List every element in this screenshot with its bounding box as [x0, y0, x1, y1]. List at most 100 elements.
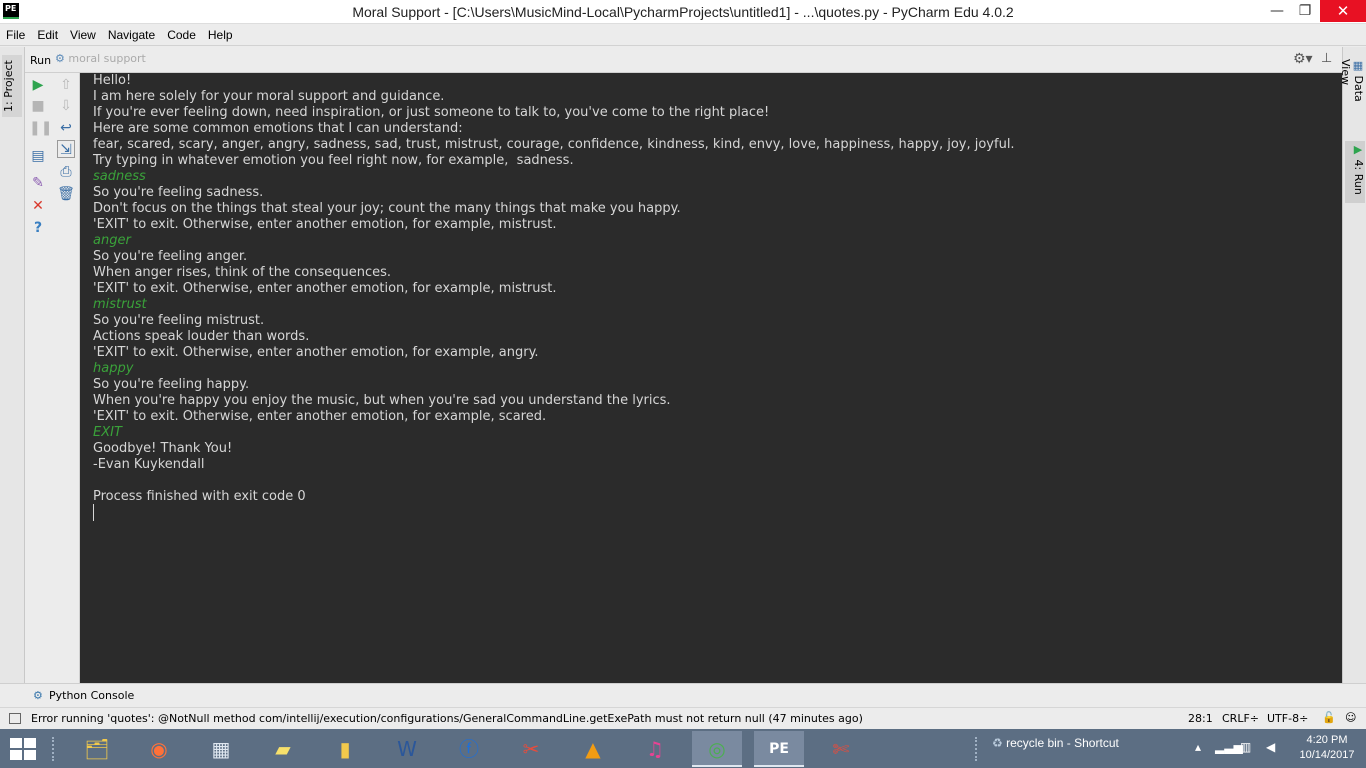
run-config-name: moral support: [68, 52, 146, 65]
up-arrow-icon[interactable]: ⇧: [57, 76, 75, 94]
console-input-line: happy: [93, 361, 134, 376]
console-input-line: EXIT: [93, 425, 122, 440]
python-console-label: Python Console: [49, 689, 135, 702]
lock-icon[interactable]: 🔓: [1322, 711, 1336, 724]
pause-icon[interactable]: ❚❚: [29, 119, 52, 137]
pin-icon[interactable]: ✎: [29, 174, 47, 192]
battery-icon[interactable]: ▥: [1240, 740, 1251, 754]
help-icon[interactable]: ?: [29, 219, 47, 237]
print-icon[interactable]: ⎙: [57, 163, 75, 181]
status-message[interactable]: Error running 'quotes': @NotNull method …: [31, 712, 863, 725]
maximize-button[interactable]: ❐: [1290, 0, 1320, 22]
menu-view[interactable]: View: [64, 24, 102, 46]
close-run-icon[interactable]: ✕: [29, 197, 47, 215]
stop-icon[interactable]: ■: [29, 97, 47, 115]
down-arrow-icon[interactable]: ⇩: [57, 97, 75, 115]
run-console-output[interactable]: Hello! I am here solely for your moral su…: [80, 73, 1342, 683]
run-panel-label: Run: [30, 54, 52, 67]
run-icon: ▶: [1353, 143, 1363, 156]
window-title: Moral Support - [C:\Users\MusicMind-Loca…: [352, 4, 1014, 20]
console-output-line: So you're feeling mistrust.: [93, 313, 265, 328]
menu-help[interactable]: Help: [202, 24, 239, 46]
console-output-line: So you're feeling sadness.: [93, 185, 264, 200]
line-separator[interactable]: CRLF÷: [1222, 712, 1259, 725]
console-output-line: -Evan Kuykendall: [93, 457, 205, 472]
network-signal-icon[interactable]: ▂▃▅: [1215, 740, 1243, 754]
bottom-tool-bar: ⚙ Python Console: [0, 683, 1366, 707]
ccleaner-icon[interactable]: ✂: [506, 731, 556, 767]
calculator-icon[interactable]: ▦: [196, 731, 246, 767]
firefox-icon[interactable]: ◉: [134, 731, 184, 767]
console-output-line: So you're feeling happy.: [93, 377, 250, 392]
console-output-line: fear, scared, scary, anger, angry, sadne…: [93, 137, 1015, 152]
folder-icon[interactable]: ▮: [320, 731, 370, 767]
file-explorer-icon[interactable]: 🗂: [72, 731, 122, 767]
inspector-face-icon[interactable]: ☺: [1345, 711, 1356, 724]
console-output-line: 'EXIT' to exit. Otherwise, enter another…: [93, 217, 557, 232]
tab-project[interactable]: 1: Project: [2, 55, 22, 117]
console-output-line: If you're ever feeling down, need inspir…: [93, 105, 770, 120]
rerun-icon[interactable]: ▶: [29, 76, 47, 94]
recycle-bin-shortcut[interactable]: ♻ recycle bin - Shortcut: [992, 736, 1119, 750]
status-bar: Error running 'quotes': @NotNull method …: [0, 707, 1366, 729]
console-output-line: When anger rises, think of the consequen…: [93, 265, 392, 280]
menu-bar: File Edit View Navigate Code Help: [0, 24, 1366, 46]
console-input-line: sadness: [93, 169, 146, 184]
clock-date: 10/14/2017: [1299, 749, 1355, 761]
run-toolbar: ▶ ⇧ ■ ⇩ ❚❚ ↩ ⇲ ▤ ⎙ ✎ 🗑 ✕ ?: [25, 73, 80, 683]
sticky-notes-icon[interactable]: ▰: [258, 731, 308, 767]
python-console-tab[interactable]: ⚙ Python Console: [33, 689, 134, 702]
console-output-line: Process finished with exit code 0: [93, 489, 306, 504]
trash-icon[interactable]: 🗑: [57, 185, 75, 203]
volume-icon[interactable]: ◀: [1266, 740, 1275, 754]
table-icon: ▦: [1352, 59, 1364, 72]
run-config-tab[interactable]: ⚙ moral support: [55, 52, 146, 65]
left-tool-strip: 1: Project: [0, 47, 25, 683]
taskbar: 🗂 ◉ ▦ ▰ ▮ W ⓕ ✂ ▲ ♫ ◎ PE ✄ ♻ recycle bin…: [0, 729, 1366, 768]
taskbar-grip: [52, 737, 56, 761]
recycle-bin-label: recycle bin - Shortcut: [1006, 736, 1119, 750]
layout-icon[interactable]: ▤: [29, 147, 47, 165]
close-button[interactable]: ✕: [1320, 0, 1366, 22]
snipping-tool-icon[interactable]: ✄: [816, 731, 866, 767]
system-clock[interactable]: 4:20 PM 10/14/2017: [1296, 733, 1358, 763]
itunes-icon[interactable]: ♫: [630, 731, 680, 767]
python-icon: ⚙: [55, 52, 65, 65]
chrome-icon[interactable]: ◎: [692, 731, 742, 767]
tool-window-toggle-icon[interactable]: [9, 713, 21, 724]
caret-position[interactable]: 28:1: [1188, 712, 1213, 725]
tray-expand-icon[interactable]: ▴: [1195, 740, 1201, 754]
settings-gear-icon[interactable]: ⚙▾: [1293, 51, 1313, 67]
console-output-line: Try typing in whatever emotion you feel …: [93, 153, 574, 168]
python-icon: ⚙: [33, 689, 43, 702]
start-windows-icon[interactable]: [10, 738, 36, 760]
tab-run[interactable]: ▶ 4: Run: [1345, 141, 1365, 203]
menu-file[interactable]: File: [0, 24, 31, 46]
minimize-button[interactable]: —: [1262, 0, 1292, 22]
menu-code[interactable]: Code: [161, 24, 202, 46]
word-icon[interactable]: W: [382, 731, 432, 767]
vlc-icon[interactable]: ▲: [568, 731, 618, 767]
console-output-line: 'EXIT' to exit. Otherwise, enter another…: [93, 281, 557, 296]
run-panel-header: Run ⚙ moral support ⚙▾ ⊥: [25, 47, 1342, 73]
file-encoding[interactable]: UTF-8÷: [1267, 712, 1308, 725]
taskbar-grip: [975, 737, 979, 761]
menu-navigate[interactable]: Navigate: [102, 24, 161, 46]
console-output-line: Hello!: [93, 73, 132, 88]
title-bar: PE Moral Support - [C:\Users\MusicMind-L…: [0, 0, 1366, 24]
hide-panel-icon[interactable]: ⊥: [1321, 51, 1332, 66]
menu-edit[interactable]: Edit: [31, 24, 64, 46]
console-caret: [93, 504, 94, 521]
console-output-line: Don't focus on the things that steal you…: [93, 201, 681, 216]
pycharm-taskbar-icon[interactable]: PE: [754, 731, 804, 767]
soft-wrap-icon[interactable]: ↩: [57, 119, 75, 137]
tab-run-label: 4: Run: [1352, 159, 1365, 195]
scroll-to-end-icon[interactable]: ⇲: [57, 140, 75, 158]
right-tool-strip: ▦ Data View ▶ 4: Run: [1339, 47, 1366, 683]
app-f-icon[interactable]: ⓕ: [444, 731, 494, 767]
console-output-line: 'EXIT' to exit. Otherwise, enter another…: [93, 345, 539, 360]
console-output-line: I am here solely for your moral support …: [93, 89, 445, 104]
console-output-line: When you're happy you enjoy the music, b…: [93, 393, 671, 408]
tab-data-view[interactable]: ▦ Data View: [1339, 57, 1365, 131]
